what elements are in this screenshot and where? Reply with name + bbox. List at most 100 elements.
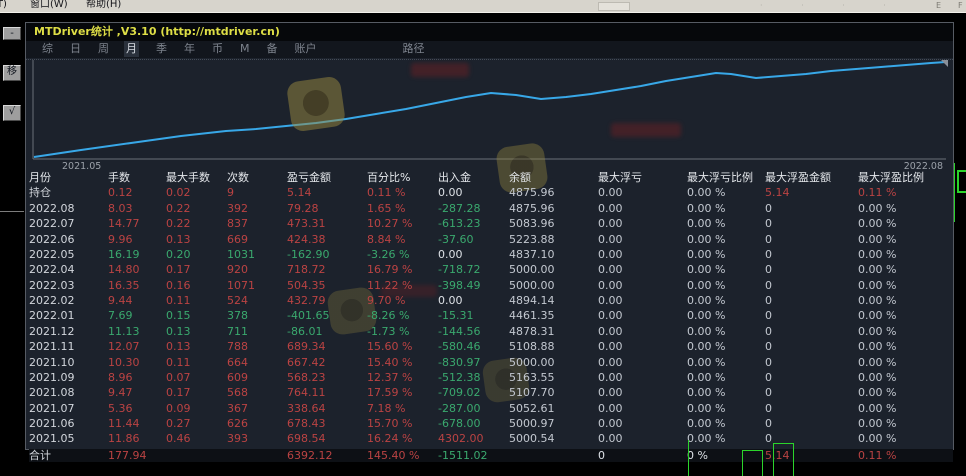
table-cell: 0	[765, 216, 858, 231]
column-header: 月份	[29, 170, 108, 185]
table-cell: 5000.00	[509, 262, 598, 277]
row-month: 持仓	[29, 185, 108, 200]
table-cell: 0.00	[598, 355, 687, 370]
table-cell: 0.00	[598, 416, 687, 431]
table-cell: 0	[765, 201, 858, 216]
table-cell: 424.38	[287, 232, 367, 247]
table-cell: 392	[227, 201, 287, 216]
table-cell: 9.70 %	[367, 293, 438, 308]
table-cell: 4461.35	[509, 308, 598, 323]
tab-ji[interactable]: 季	[156, 41, 167, 57]
overlay-bracket-side	[773, 443, 774, 476]
tab-zhou[interactable]: 周	[98, 41, 109, 57]
row-month: 2022.01	[29, 308, 108, 323]
overlay-right-vline	[954, 163, 955, 222]
table-cell: 0.16	[166, 278, 227, 293]
table-cell: 0.00 %	[858, 385, 953, 400]
row-month: 2021.06	[29, 416, 108, 431]
table-cell: 5.14	[765, 447, 858, 462]
tab-M[interactable]: M	[240, 41, 250, 57]
table-cell: 0.00 %	[858, 232, 953, 247]
table-cell: 0.11	[166, 293, 227, 308]
row-month: 2022.04	[29, 262, 108, 277]
table-cell: 4875.96	[509, 185, 598, 200]
tab-bar: 综 日 周月 季 年 币 M 备 账户 路径	[26, 41, 953, 58]
table-cell: 0.00 %	[687, 262, 765, 277]
table-cell: 0.00	[598, 308, 687, 323]
table-cell: 16.35	[108, 278, 166, 293]
table-cell: 0.22	[166, 216, 227, 231]
table-cell: 16.79 %	[367, 262, 438, 277]
table-cell: 0.13	[166, 339, 227, 354]
table-cell: 5.14	[287, 185, 367, 200]
disabled-toolbar-glyph-e: E	[936, 0, 941, 12]
row-month: 2022.08	[29, 201, 108, 216]
table-cell: 0.00 %	[858, 401, 953, 416]
column-header: 次数	[227, 170, 287, 185]
table-cell: 0.11 %	[858, 447, 953, 462]
table-cell: 0.00	[438, 247, 509, 262]
tab-yue[interactable]: 月	[124, 41, 139, 57]
tab-bei[interactable]: 备	[267, 41, 278, 57]
table-cell: 0	[765, 293, 858, 308]
table-cell: 837	[227, 216, 287, 231]
left-toolbar: - 移 √	[0, 13, 25, 476]
tab-ri[interactable]: 日	[70, 41, 81, 57]
table-cell: 378	[227, 308, 287, 323]
table-cell: -398.49	[438, 278, 509, 293]
table-cell	[166, 447, 227, 462]
table-cell: -144.56	[438, 324, 509, 339]
table-cell: 0.00	[598, 293, 687, 308]
menu-item-help[interactable]: 帮助(H)	[86, 0, 121, 11]
table-cell: 0.00	[598, 385, 687, 400]
row-month: 2021.08	[29, 385, 108, 400]
table-cell: 5000.00	[509, 355, 598, 370]
menu-item-window[interactable]: 窗口(W)	[30, 0, 68, 11]
table-cell: 11.86	[108, 431, 166, 446]
mtdriver-stats-window: MTDriver统计 ,V3.10 (http://mtdriver.cn) 综…	[25, 22, 954, 450]
tab-lujing[interactable]: 路径	[403, 41, 425, 57]
row-month: 2021.09	[29, 370, 108, 385]
table-cell: 0.00 %	[687, 201, 765, 216]
tab-nian[interactable]: 年	[184, 41, 195, 57]
table-cell: 0.07	[166, 370, 227, 385]
table-cell: -580.46	[438, 339, 509, 354]
tab-zong[interactable]: 综	[42, 41, 53, 57]
table-cell: 10.30	[108, 355, 166, 370]
table-cell: 0.00 %	[687, 185, 765, 200]
table-cell: 8.96	[108, 370, 166, 385]
move-button[interactable]: 移	[3, 65, 21, 81]
row-month: 2021.10	[29, 355, 108, 370]
table-cell: 0	[765, 339, 858, 354]
table-cell: 15.40 %	[367, 355, 438, 370]
table-cell: -1511.02	[438, 447, 509, 462]
column-header: 出入金	[438, 170, 509, 185]
check-button[interactable]: √	[3, 105, 21, 121]
table-cell: -3.26 %	[367, 247, 438, 262]
overlay-bracket-top	[742, 450, 763, 451]
menu-item-partial[interactable]: (T)	[0, 0, 7, 11]
table-cell: 0.00 %	[858, 339, 953, 354]
row-month: 2021.12	[29, 324, 108, 339]
table-cell: 12.07	[108, 339, 166, 354]
table-cell: 0.13	[166, 324, 227, 339]
overlay-right-rect	[957, 170, 966, 193]
table-cell: -162.90	[287, 247, 367, 262]
window-titlebar[interactable]: MTDriver统计 ,V3.10 (http://mtdriver.cn)	[26, 23, 953, 41]
table-cell: 5000.54	[509, 431, 598, 446]
table-cell: 0.00 %	[858, 355, 953, 370]
tab-bi[interactable]: 币	[212, 41, 223, 57]
table-cell	[509, 447, 598, 462]
minimize-button[interactable]: -	[3, 27, 21, 40]
table-cell: 0.00	[598, 247, 687, 262]
tab-zhanghu[interactable]: 账户	[295, 41, 317, 57]
table-cell: -678.00	[438, 416, 509, 431]
table-cell: 1031	[227, 247, 287, 262]
table-cell: 0.00 %	[687, 431, 765, 446]
table-cell: 5000.97	[509, 416, 598, 431]
table-cell: 5163.55	[509, 370, 598, 385]
disabled-toolbar-glyphs: · · · ·	[760, 0, 904, 12]
table-cell: 5083.96	[509, 216, 598, 231]
table-cell: -15.31	[438, 308, 509, 323]
column-header: 百分比%	[367, 170, 438, 185]
